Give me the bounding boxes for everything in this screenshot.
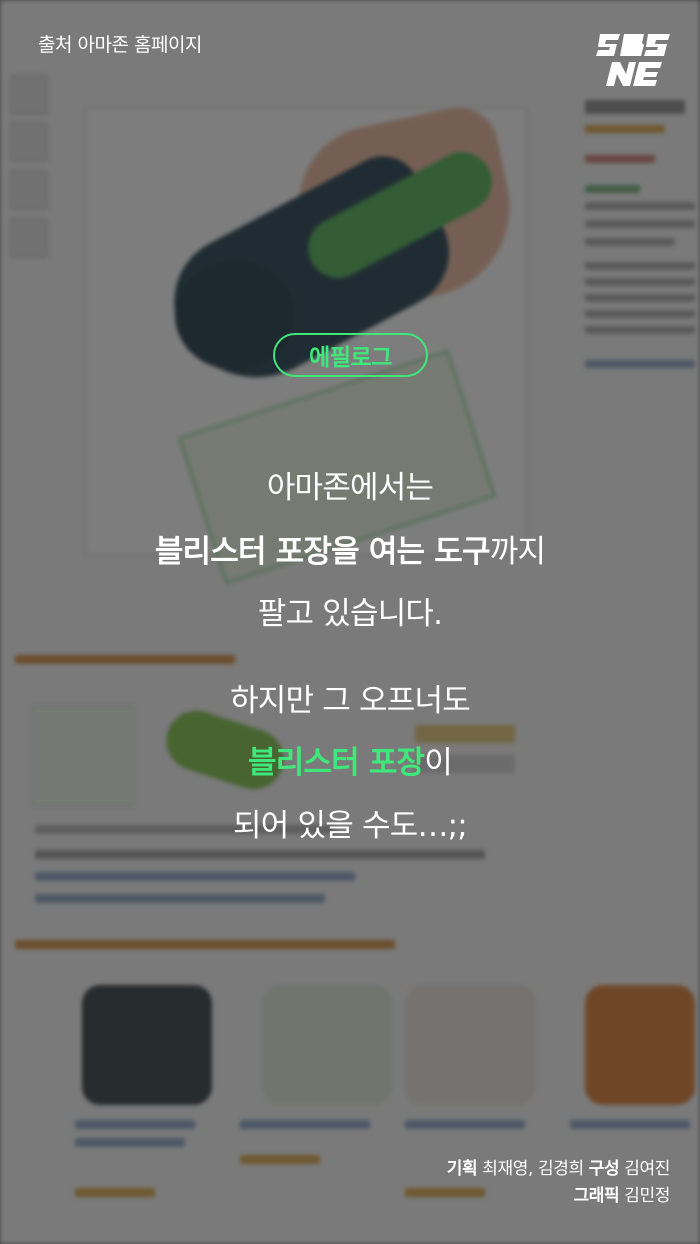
credits-line-1: 기획 최재영, 김경희 구성 김여진 [446, 1156, 671, 1183]
text-line-4: 하지만 그 오프너도 [230, 683, 471, 719]
credit-role-compose: 구성 [588, 1159, 620, 1179]
credit-names-plan: 최재영, 김경희 [482, 1159, 584, 1179]
text-line-5-rest: 이 [424, 745, 453, 781]
text-line-3: 팔고 있습니다. [257, 596, 443, 632]
text-line-2-bold: 블리스터 포장을 여는 도구 [154, 534, 491, 570]
text-line-5-green: 블리스터 포장 [247, 745, 425, 781]
credit-role-plan: 기획 [446, 1159, 478, 1179]
epilogue-tag: 에필로그 [273, 333, 428, 377]
text-line-1: 아마존에서는 [266, 470, 434, 506]
credit-role-graphic: 그래픽 [573, 1186, 620, 1206]
credit-name-compose: 김여진 [624, 1159, 670, 1179]
sbs-news-logo-icon [596, 30, 674, 88]
credit-name-graphic: 김민정 [624, 1186, 670, 1206]
credits-line-2: 그래픽 김민정 [447, 1183, 671, 1210]
source-caption: 출처 아마존 홈페이지 [38, 34, 202, 56]
text-line-2-rest: 까지 [489, 534, 546, 570]
text-line-5: 블리스터 포장이 [0, 737, 700, 782]
credits: 기획 최재영, 김경희 구성 김여진 그래픽 김민정 [446, 1156, 671, 1210]
text-line-6: 되어 있을 수도…;; [233, 808, 468, 844]
text-line-2: 블리스터 포장을 여는 도구까지 [0, 526, 700, 571]
